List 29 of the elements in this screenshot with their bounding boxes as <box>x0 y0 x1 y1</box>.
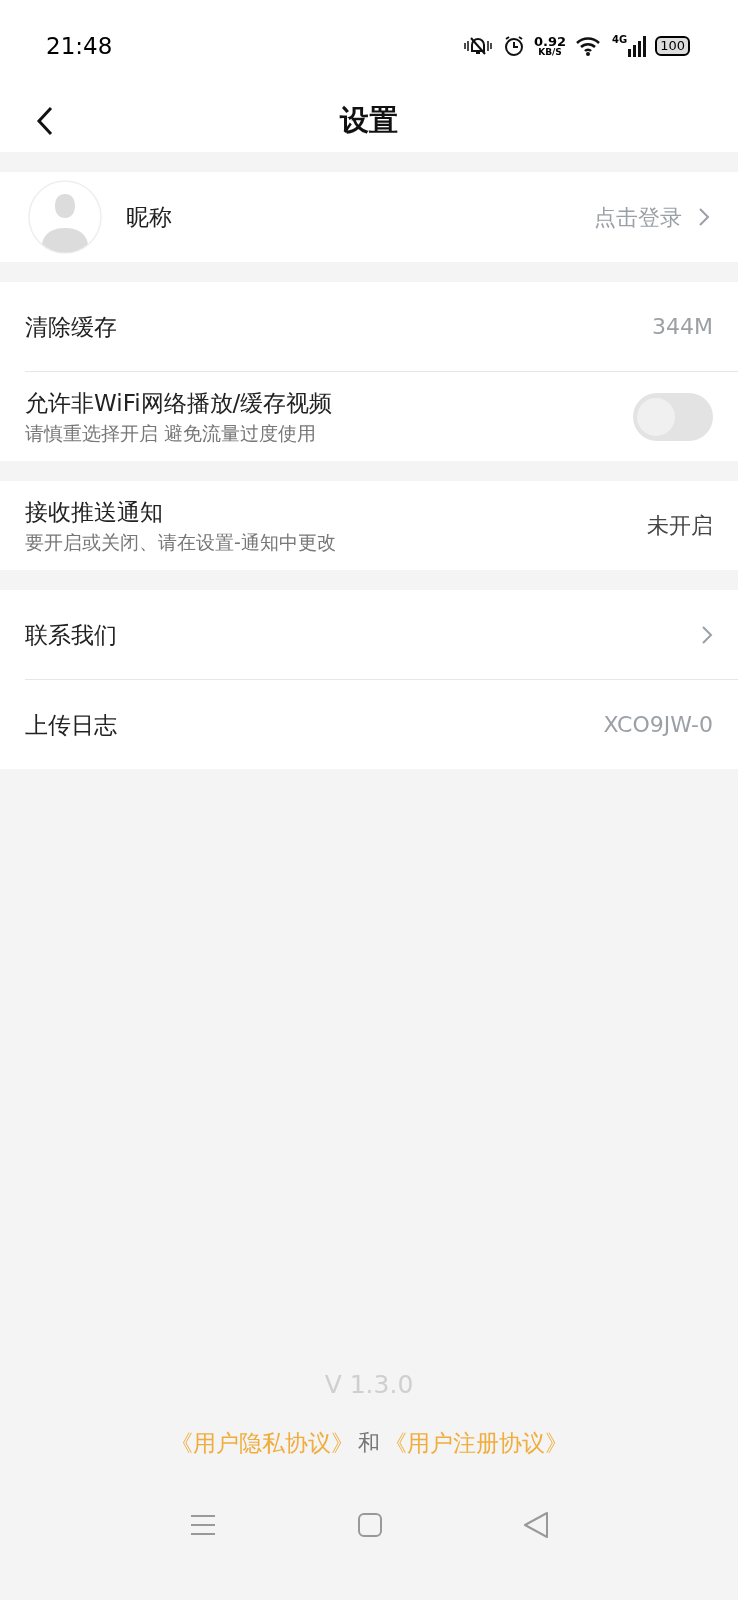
chevron-right-icon <box>698 207 710 227</box>
row-subtitle: 要开启或关闭、请在设置-通知中更改 <box>25 529 336 555</box>
row-value: 未开启 <box>647 512 713 540</box>
toggle-switch[interactable] <box>633 392 713 441</box>
avatar-icon <box>28 180 102 254</box>
network-speed: 0.92 <box>533 35 566 48</box>
bell-muted-icon <box>461 35 494 57</box>
battery-indicator: 100 <box>655 36 690 56</box>
speed-unit: KB/S <box>538 48 562 57</box>
home-icon[interactable] <box>357 1512 383 1538</box>
row-value: XCO9JW-0 <box>603 711 713 739</box>
nickname: 昵称 <box>126 202 172 232</box>
status-time: 21:48 <box>46 31 113 61</box>
row-label: 联系我们 <box>25 620 117 650</box>
row-value: 344M <box>652 313 713 341</box>
signal-icon <box>628 35 647 57</box>
page-title: 设置 <box>340 102 398 140</box>
menu-icon[interactable] <box>189 1513 217 1537</box>
row-subtitle: 请慎重选择开启 避免流量过度使用 <box>25 420 318 446</box>
row-label: 清除缓存 <box>25 312 117 342</box>
row-label: 允许非WiFi网络播放/缓存视频 <box>25 388 333 418</box>
chevron-right-icon <box>701 624 713 645</box>
network-type: 4G <box>612 35 628 45</box>
conjunction-text: 和 <box>358 1429 380 1458</box>
back-icon[interactable] <box>523 1511 549 1539</box>
row-label: 接收推送通知 <box>25 497 164 527</box>
profile-row[interactable]: 昵称 点击登录 <box>0 172 738 262</box>
row-label: 上传日志 <box>25 710 117 740</box>
alarm-clock-icon <box>502 35 525 57</box>
